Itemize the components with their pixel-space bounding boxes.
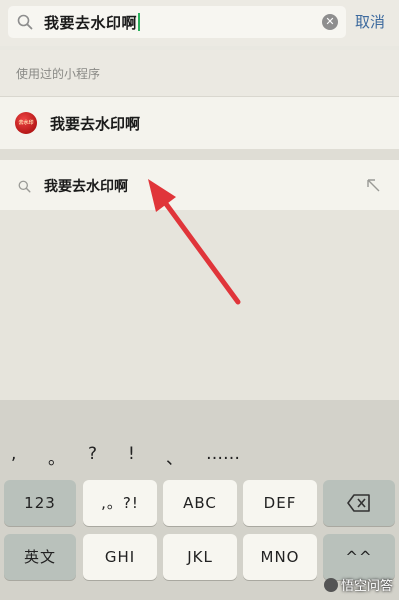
- punct-comma[interactable]: ,: [11, 444, 16, 464]
- search-query: 我要去水印啊: [44, 14, 138, 32]
- key-english[interactable]: 英文: [4, 534, 76, 580]
- cancel-button[interactable]: 取消: [355, 11, 385, 32]
- mini-program-item[interactable]: 去水印 我要去水印啊: [0, 97, 399, 149]
- suggestion-search-icon: [18, 178, 31, 197]
- key-123[interactable]: 123: [4, 480, 76, 526]
- watermark: 悟空问答: [323, 575, 393, 594]
- punct-period[interactable]: 。: [48, 444, 65, 469]
- search-box[interactable]: 我要去水印啊 ✕: [8, 6, 346, 38]
- search-icon: [17, 14, 33, 34]
- key-mno[interactable]: MNO: [243, 534, 317, 580]
- key-jkl[interactable]: JKL: [163, 534, 237, 580]
- punct-ellipsis[interactable]: ……: [206, 444, 240, 464]
- clear-icon[interactable]: ✕: [322, 14, 338, 30]
- watermark-text: 悟空问答: [340, 579, 393, 594]
- text-caret: [138, 13, 141, 31]
- watermark-logo-icon: [323, 578, 338, 592]
- punct-exclaim[interactable]: !: [128, 444, 135, 464]
- punctuation-bar: , 。 ? ! 、 ……: [0, 440, 399, 476]
- delete-key[interactable]: [323, 480, 395, 526]
- punct-dunhao[interactable]: 、: [166, 444, 183, 469]
- results-empty-area: [0, 210, 399, 400]
- backspace-icon: [347, 494, 370, 512]
- key-emoticon[interactable]: ^^: [323, 534, 395, 580]
- recent-mini-programs-header: 使用过的小程序: [0, 50, 399, 97]
- search-bar: 我要去水印啊 ✕ 取消: [0, 0, 399, 46]
- search-suggestion[interactable]: 我要去水印啊: [0, 160, 399, 210]
- mini-program-name: 我要去水印啊: [50, 115, 141, 133]
- suggestion-text: 我要去水印啊: [44, 179, 128, 195]
- punct-question[interactable]: ?: [88, 444, 97, 464]
- key-punctuation[interactable]: ,。?!: [83, 480, 157, 526]
- key-abc[interactable]: ABC: [163, 480, 237, 526]
- key-ghi[interactable]: GHI: [83, 534, 157, 580]
- section-divider: [0, 149, 399, 160]
- search-input[interactable]: 我要去水印啊: [44, 12, 141, 33]
- key-def[interactable]: DEF: [243, 480, 317, 526]
- mini-program-logo: 去水印: [15, 112, 37, 134]
- section-title: 使用过的小程序: [16, 67, 101, 81]
- fill-in-arrow-icon[interactable]: [366, 177, 380, 196]
